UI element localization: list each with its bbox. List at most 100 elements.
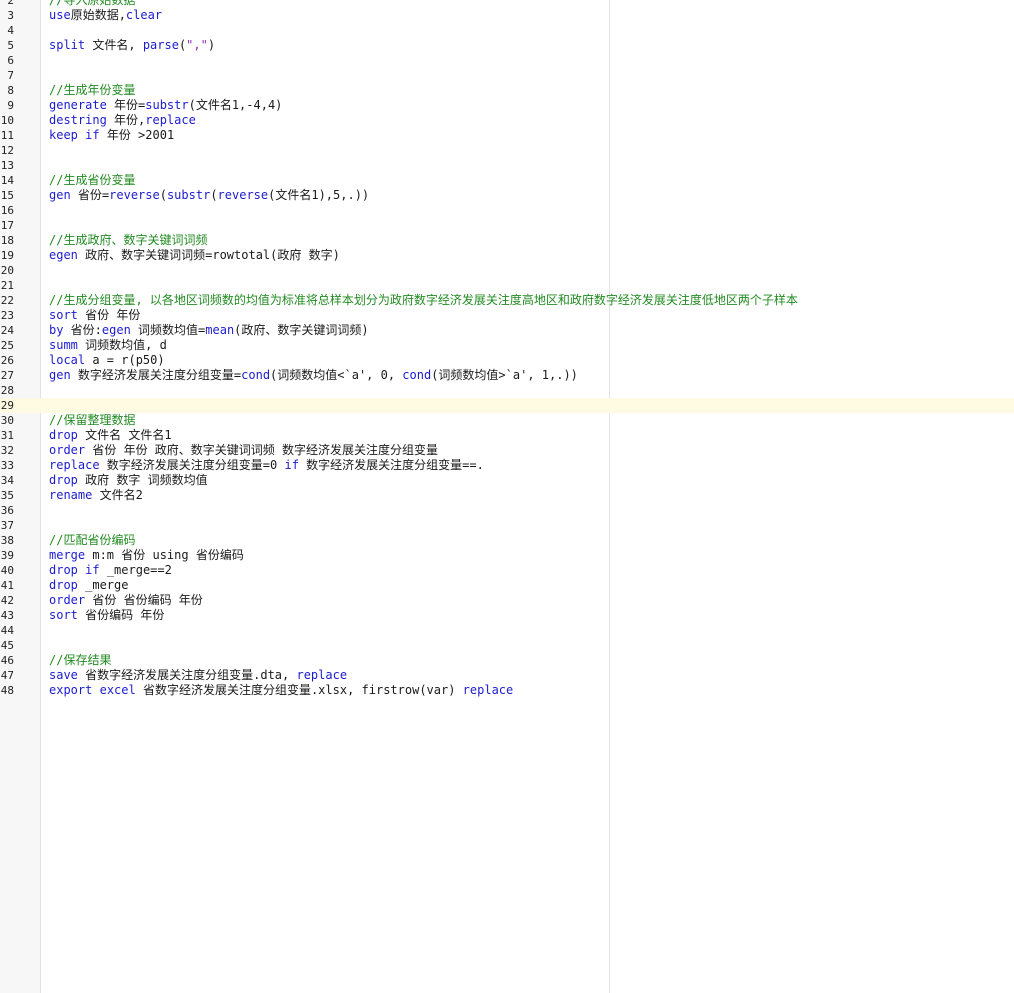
code-text[interactable]: //导入原始数据 [49,0,135,8]
code-line[interactable]: 37 [0,518,1014,533]
keyword-token: replace [145,113,196,127]
code-line[interactable]: 30 //保留整理数据 [0,413,1014,428]
code-text[interactable]: gen 省份=reverse(substr(reverse(文件名1),5,.)… [49,188,369,203]
code-line[interactable]: 22 //生成分组变量, 以各地区词频数的均值为标准将总样本划分为政府数字经济发展… [0,293,1014,308]
line-number: 33 [0,459,14,472]
text-token: (词频数均值>`a', 1,.)) [431,368,578,382]
code-text[interactable]: drop if _merge==2 [49,563,172,578]
code-text[interactable]: destring 年份,replace [49,113,196,128]
line-number: 29 [0,399,14,412]
code-line[interactable]: 8 //生成年份变量 [0,83,1014,98]
code-line[interactable]: 43 sort 省份编码 年份 [0,608,1014,623]
code-line[interactable]: 36 [0,503,1014,518]
code-line[interactable]: 44 [0,623,1014,638]
comment-token: //生成政府、数字关键词词频 [49,233,208,247]
line-number: 37 [0,519,14,532]
code-line[interactable]: 47 save 省数字经济发展关注度分组变量.dta, replace [0,668,1014,683]
code-line[interactable]: 13 [0,158,1014,173]
code-line[interactable]: 42 order 省份 省份编码 年份 [0,593,1014,608]
code-text[interactable]: by 省份:egen 词频数均值=mean(政府、数字关键词词频) [49,323,369,338]
code-text[interactable]: drop _merge [49,578,128,593]
code-line[interactable]: 34 drop 政府 数字 词频数均值 [0,473,1014,488]
code-text[interactable]: generate 年份=substr(文件名1,-4,4) [49,98,282,113]
code-line[interactable]: 46 //保存结果 [0,653,1014,668]
code-text[interactable]: //保留整理数据 [49,413,135,428]
line-number: 34 [0,474,14,487]
code-text[interactable]: sort 省份 年份 [49,308,140,323]
line-number: 4 [7,24,14,37]
code-line[interactable]: 15 gen 省份=reverse(substr(reverse(文件名1),5,… [0,188,1014,203]
code-text[interactable]: keep if 年份 >2001 [49,128,174,143]
code-text[interactable]: gen 数字经济发展关注度分组变量=cond(词频数均值<`a', 0, con… [49,368,578,383]
code-line[interactable]: 5 split 文件名, parse(",") [0,38,1014,53]
code-line[interactable]: 4 [0,23,1014,38]
code-text[interactable]: order 省份 年份 政府、数字关键词词频 数字经济发展关注度分组变量 [49,443,438,458]
code-line[interactable]: 23 sort 省份 年份 [0,308,1014,323]
code-line[interactable]: 6 [0,53,1014,68]
code-text[interactable]: rename 文件名2 [49,488,143,503]
code-text[interactable]: replace 数字经济发展关注度分组变量=0 if 数字经济发展关注度分组变量… [49,458,484,473]
code-line[interactable]: 12 [0,143,1014,158]
code-text[interactable]: //生成省份变量 [49,173,135,188]
do-file-editor[interactable]: 2//导入原始数据 3 use原始数据,clear 4 5 split 文件名, pars… [0,0,1014,993]
code-line[interactable]: 17 [0,218,1014,233]
code-line[interactable]: 27 gen 数字经济发展关注度分组变量=cond(词频数均值<`a', 0, c… [0,368,1014,383]
code-text[interactable]: //生成年份变量 [49,83,135,98]
line-number: 6 [7,54,14,67]
code-line[interactable]: 25 summ 词频数均值, d [0,338,1014,353]
code-text[interactable]: egen 政府、数字关键词词频=rowtotal(政府 数字) [49,248,340,263]
code-text[interactable]: //保存结果 [49,653,111,668]
line-number: 42 [0,594,14,607]
text-token: 省份编码 年份 [77,608,165,622]
code-line[interactable]: 21 [0,278,1014,293]
code-line[interactable]: 35 rename 文件名2 [0,488,1014,503]
code-line[interactable]: 28 [0,383,1014,398]
code-text[interactable]: sort 省份编码 年份 [49,608,164,623]
code-line[interactable]: 29 [0,398,1014,413]
code-line[interactable]: 26 local a = r(p50) [0,353,1014,368]
code-text[interactable]: order 省份 省份编码 年份 [49,593,203,608]
code-text[interactable]: merge m:m 省份 using 省份编码 [49,548,244,563]
line-number: 14 [0,174,14,187]
text-token: 数字经济发展关注度分组变量==. [298,458,484,472]
code-line[interactable]: 38 //匹配省份编码 [0,533,1014,548]
code-line[interactable]: 39 merge m:m 省份 using 省份编码 [0,548,1014,563]
code-text[interactable]: export excel 省数字经济发展关注度分组变量.xlsx, firstr… [49,683,513,698]
code-line[interactable]: 19 egen 政府、数字关键词词频=rowtotal(政府 数字) [0,248,1014,263]
code-text[interactable]: drop 文件名 文件名1 [49,428,172,443]
code-line[interactable]: 3 use原始数据,clear [0,8,1014,23]
text-token: 文件名2 [92,488,143,502]
code-text[interactable]: drop 政府 数字 词频数均值 [49,473,208,488]
code-text[interactable]: save 省数字经济发展关注度分组变量.dta, replace [49,668,347,683]
code-line[interactable]: 48 export excel 省数字经济发展关注度分组变量.xlsx, firs… [0,683,1014,698]
code-line[interactable]: 31 drop 文件名 文件名1 [0,428,1014,443]
code-line[interactable]: 9 generate 年份=substr(文件名1,-4,4) [0,98,1014,113]
code-line[interactable]: 2 //导入原始数据 [0,0,1014,8]
code-line[interactable]: 24 by 省份:egen 词频数均值=mean(政府、数字关键词词频) [0,323,1014,338]
function-token: cond [241,368,271,382]
code-line[interactable]: 41 drop _merge [0,578,1014,593]
code-line[interactable]: 11 keep if 年份 >2001 [0,128,1014,143]
keyword-token: replace [462,683,514,697]
code-text[interactable]: summ 词频数均值, d [49,338,167,353]
code-line[interactable]: 20 [0,263,1014,278]
code-text[interactable]: //生成分组变量, 以各地区词频数的均值为标准将总样本划分为政府数字经济发展关注… [49,293,798,308]
code-text[interactable]: //生成政府、数字关键词词频 [49,233,207,248]
code-line[interactable]: 33 replace 数字经济发展关注度分组变量=0 if 数字经济发展关注度分组… [0,458,1014,473]
code-area[interactable]: 2//导入原始数据 3 use原始数据,clear 4 5 split 文件名, pars… [0,0,1014,698]
code-text[interactable]: //匹配省份编码 [49,533,135,548]
code-text[interactable]: local a = r(p50) [49,353,165,368]
code-text[interactable]: use原始数据,clear [49,8,162,23]
code-line[interactable]: 14 //生成省份变量 [0,173,1014,188]
keyword-token: gen [49,368,71,382]
text-token: (词频数均值<`a', 0, [270,368,403,382]
code-text[interactable]: split 文件名, parse(",") [49,38,215,53]
code-line[interactable]: 7 [0,68,1014,83]
code-line[interactable]: 10 destring 年份,replace [0,113,1014,128]
code-line[interactable]: 32 order 省份 年份 政府、数字关键词词频 数字经济发展关注度分组变量 [0,443,1014,458]
keyword-token: if [85,563,100,577]
code-line[interactable]: 45 [0,638,1014,653]
code-line[interactable]: 40 drop if _merge==2 [0,563,1014,578]
code-line[interactable]: 18 //生成政府、数字关键词词频 [0,233,1014,248]
code-line[interactable]: 16 [0,203,1014,218]
